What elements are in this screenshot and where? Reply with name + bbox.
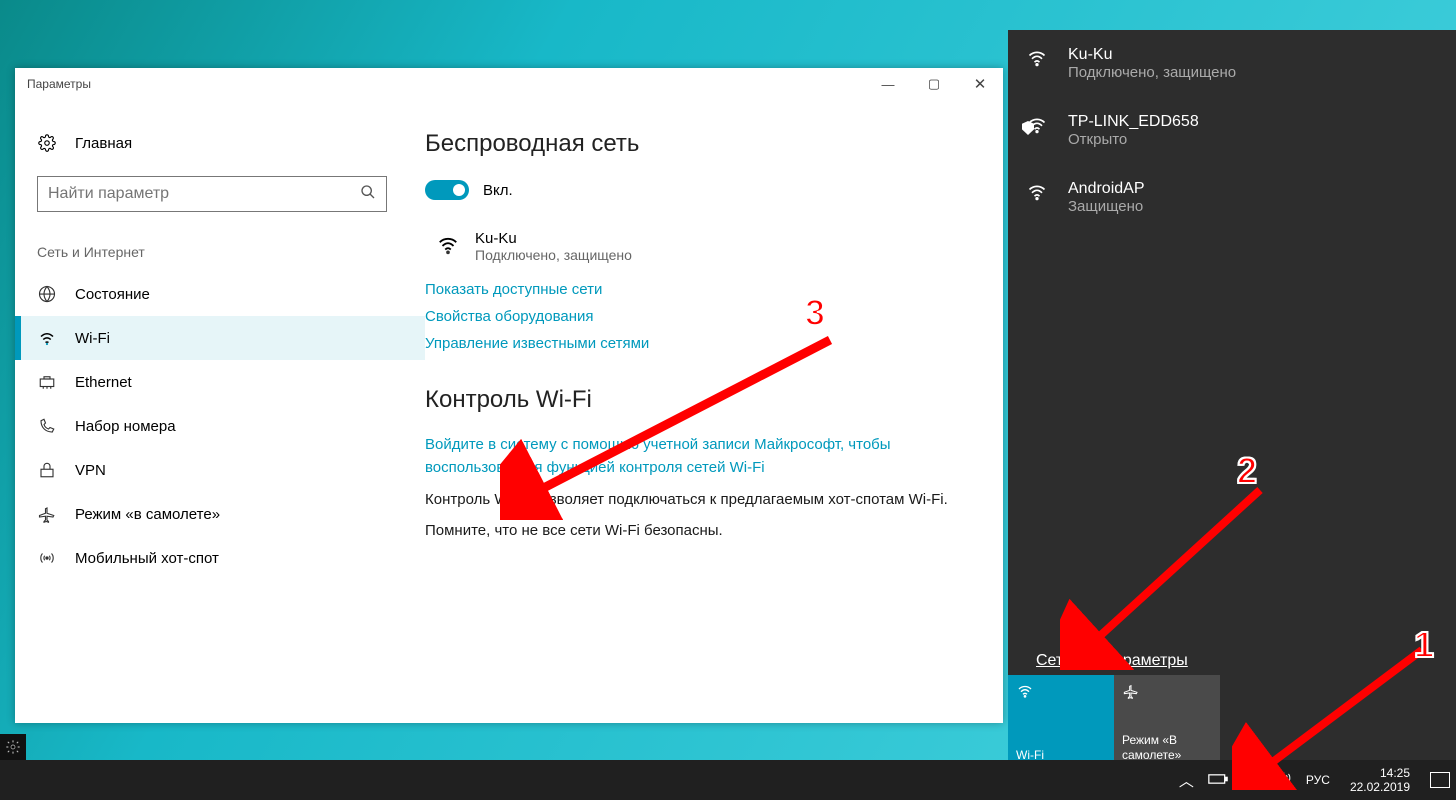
network-status: Защищено <box>1068 198 1145 215</box>
ethernet-icon <box>37 373 57 391</box>
vpn-icon <box>37 461 57 479</box>
page-heading: Беспроводная сеть <box>425 130 967 158</box>
annotation-number-3: 3 <box>805 292 825 334</box>
network-status: Подключено, защищено <box>475 247 632 263</box>
close-button[interactable]: ✕ <box>957 68 1003 100</box>
network-flyout: Ku-Ku Подключено, защищено TP-LINK_EDD65… <box>1008 30 1456 770</box>
tray-notifications-icon[interactable] <box>1430 772 1450 788</box>
search-box[interactable] <box>37 176 387 212</box>
network-ssid: Ku-Ku <box>1068 46 1236 64</box>
link-hardware-properties[interactable]: Свойства оборудования <box>425 308 967 325</box>
tile-airplane[interactable]: Режим «В самолете» <box>1114 675 1220 770</box>
network-settings-link[interactable]: Сетевые параметры <box>1036 652 1188 670</box>
titlebar: Параметры — ▢ ✕ <box>15 68 1003 100</box>
maximize-button[interactable]: ▢ <box>911 68 957 100</box>
nav-item-ethernet[interactable]: Ethernet <box>15 360 425 404</box>
search-icon <box>360 184 376 205</box>
start-gear-corner[interactable] <box>0 734 26 760</box>
system-tray: ︿ РУС 14:25 22.02.2019 <box>1179 766 1456 795</box>
network-entry[interactable]: Ku-Ku Подключено, защищено <box>1008 30 1456 97</box>
link-available-networks[interactable]: Показать доступные сети <box>425 281 967 298</box>
wifi-icon <box>1026 48 1050 73</box>
tile-label: Режим «В самолете» <box>1122 733 1212 762</box>
nav-item-vpn[interactable]: VPN <box>15 448 425 492</box>
airplane-icon <box>37 505 57 523</box>
annotation-number-2: 2 <box>1237 450 1257 492</box>
section-heading: Контроль Wi-Fi <box>425 386 967 414</box>
nav-item-dialup[interactable]: Набор номера <box>15 404 425 448</box>
settings-sidebar: Главная Сеть и Интернет Состояние Wi-Fi <box>15 100 425 723</box>
nav-item-hotspot[interactable]: Мобильный хот-спот <box>15 536 425 580</box>
tray-time: 14:25 <box>1350 766 1410 780</box>
tray-language[interactable]: РУС <box>1306 773 1330 787</box>
tray-wifi-icon[interactable] <box>1242 770 1260 790</box>
wifi-icon <box>1026 182 1050 207</box>
nav-label: Состояние <box>75 286 150 303</box>
gear-icon <box>37 134 57 152</box>
wifi-icon <box>1026 115 1050 140</box>
tray-date: 22.02.2019 <box>1350 780 1410 794</box>
wifi-toggle[interactable] <box>425 180 469 200</box>
nav-label: Набор номера <box>75 418 176 435</box>
nav-group-title: Сеть и Интернет <box>15 218 425 272</box>
info-text: Контроль Wi-Fi позволяет подключаться к … <box>425 489 967 510</box>
action-tiles: Wi-Fi Режим «В самолете» <box>1008 675 1220 770</box>
info-text: Помните, что не все сети Wi-Fi безопасны… <box>425 520 967 541</box>
window-title: Параметры <box>27 77 91 91</box>
wifi-icon <box>435 234 461 261</box>
search-input[interactable] <box>48 185 360 203</box>
tile-wifi[interactable]: Wi-Fi <box>1008 675 1114 770</box>
nav-label: Wi-Fi <box>75 330 110 347</box>
nav-item-status[interactable]: Состояние <box>15 272 425 316</box>
nav-label: VPN <box>75 462 106 479</box>
airplane-icon <box>1122 683 1212 701</box>
tray-volume-icon[interactable] <box>1274 770 1292 790</box>
network-entry[interactable]: TP-LINK_EDD658 Открыто <box>1008 97 1456 164</box>
nav-item-airplane[interactable]: Режим «в самолете» <box>15 492 425 536</box>
hotspot-icon <box>37 549 57 567</box>
settings-content: Беспроводная сеть Вкл. Ku-Ku Подключено,… <box>425 100 1003 723</box>
nav-label: Режим «в самолете» <box>75 506 220 523</box>
network-status: Подключено, защищено <box>1068 64 1236 81</box>
network-ssid: TP-LINK_EDD658 <box>1068 113 1199 131</box>
link-manage-known-networks[interactable]: Управление известными сетями <box>425 335 967 352</box>
minimize-button[interactable]: — <box>865 68 911 100</box>
tray-battery-icon[interactable] <box>1208 772 1228 789</box>
tray-clock[interactable]: 14:25 22.02.2019 <box>1344 766 1416 795</box>
nav-item-wifi[interactable]: Wi-Fi <box>15 316 425 360</box>
home-label: Главная <box>75 135 132 152</box>
network-status: Открыто <box>1068 131 1199 148</box>
nav-label: Мобильный хот-спот <box>75 550 219 567</box>
network-ssid: AndroidAP <box>1068 180 1145 198</box>
settings-window: Параметры — ▢ ✕ Главная Се <box>15 68 1003 723</box>
home-nav[interactable]: Главная <box>15 124 425 162</box>
wifi-icon <box>1016 683 1106 701</box>
annotation-number-1: 1 <box>1414 624 1434 666</box>
wifi-icon <box>37 329 57 347</box>
connected-network[interactable]: Ku-Ku Подключено, защищено <box>435 230 967 263</box>
network-entry[interactable]: AndroidAP Защищено <box>1008 164 1456 231</box>
link-ms-signin[interactable]: Войдите в систему с помощью учетной запи… <box>425 434 967 479</box>
network-ssid: Ku-Ku <box>475 230 632 247</box>
phone-icon <box>37 417 57 435</box>
taskbar: ︿ РУС 14:25 22.02.2019 <box>0 760 1456 800</box>
nav-label: Ethernet <box>75 374 132 391</box>
tray-chevron-up-icon[interactable]: ︿ <box>1179 770 1194 791</box>
toggle-label: Вкл. <box>483 182 513 199</box>
globe-icon <box>37 285 57 303</box>
